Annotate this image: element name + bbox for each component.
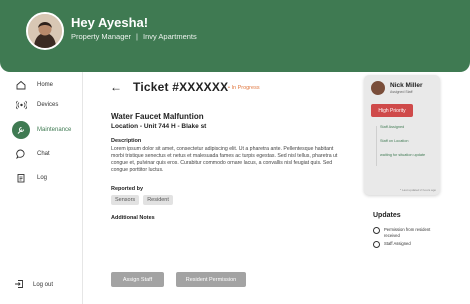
status-badge: • In Progress (228, 85, 260, 91)
home-icon (14, 78, 28, 92)
broadcast-icon (14, 98, 28, 112)
user-role: Property Manager (71, 32, 132, 41)
track-step: Staff on Location (380, 139, 409, 143)
reported-by-tags: Sensors Resident (111, 195, 173, 205)
sidebar-item-label: Devices (37, 102, 59, 108)
staff-avatar (371, 81, 385, 95)
description-text: Lorem ipsum dolor sit amet, consectetur … (111, 146, 338, 174)
staff-name: Nick Miller (390, 82, 423, 89)
update-item: Staff Assigned (373, 241, 446, 249)
reported-by-label: Reported by (111, 186, 144, 192)
issue-title: Water Faucet Malfuntion (111, 112, 204, 121)
sidebar-item-home[interactable]: Home (14, 76, 80, 94)
priority-badge[interactable]: High Priority (371, 104, 413, 117)
sidebar-item-log[interactable]: Log (14, 169, 80, 187)
update-text: Staff Assigned (384, 241, 411, 246)
ticket-number: Ticket #XXXXXX (133, 80, 229, 94)
track-step: Staff Assigned (380, 125, 405, 129)
update-text: Permission from resident received (384, 227, 431, 238)
sidebar-item-label: Chat (37, 151, 50, 157)
clipboard-icon (14, 171, 28, 185)
tag-sensors: Sensors (111, 195, 140, 205)
check-circle-icon (373, 241, 380, 249)
sidebar-item-devices[interactable]: Devices (14, 96, 80, 114)
update-item: Permission from resident received (373, 227, 446, 238)
subtitle-separator: | (136, 32, 138, 41)
sidebar-item-label: Maintenance (37, 127, 72, 133)
description-label: Description (111, 138, 142, 144)
sidebar-item-maintenance[interactable]: Maintenance (12, 121, 80, 139)
last-updated: * Last updated 2 hours ago (400, 188, 437, 192)
user-subtitle: Property Manager | Invy Apartments (71, 32, 197, 41)
sidebar-item-label: Log (37, 175, 48, 181)
greeting: Hey Ayesha! (71, 15, 149, 30)
progress-track-line (376, 126, 377, 166)
track-step: waiting for situation update (380, 153, 426, 157)
sidebar-item-label: Home (37, 82, 54, 88)
company-name: Invy Apartments (142, 32, 197, 41)
logout-button[interactable]: Log out (14, 276, 53, 294)
check-circle-icon (373, 227, 380, 235)
staff-role: Assigned Staff (390, 90, 413, 94)
updates-title: Updates (373, 212, 401, 219)
wrench-icon (12, 121, 30, 139)
back-arrow-icon[interactable]: ← (110, 80, 122, 94)
chat-bubble-icon (14, 147, 28, 161)
assign-staff-button[interactable]: Assign Staff (111, 272, 164, 287)
sidebar-item-chat[interactable]: Chat (14, 145, 80, 163)
logout-label: Log out (33, 282, 54, 288)
issue-location: Location - Unit 744 H - Blake st (111, 123, 207, 130)
app-header: Hey Ayesha! Property Manager | Invy Apartm… (0, 0, 470, 72)
resident-permission-button[interactable]: Resident Permission (176, 272, 246, 287)
additional-notes-label: Additional Notes (111, 215, 155, 221)
ticket-card (92, 74, 352, 296)
user-avatar[interactable] (26, 12, 64, 50)
tag-resident: Resident (143, 195, 173, 205)
logout-icon (14, 276, 24, 294)
